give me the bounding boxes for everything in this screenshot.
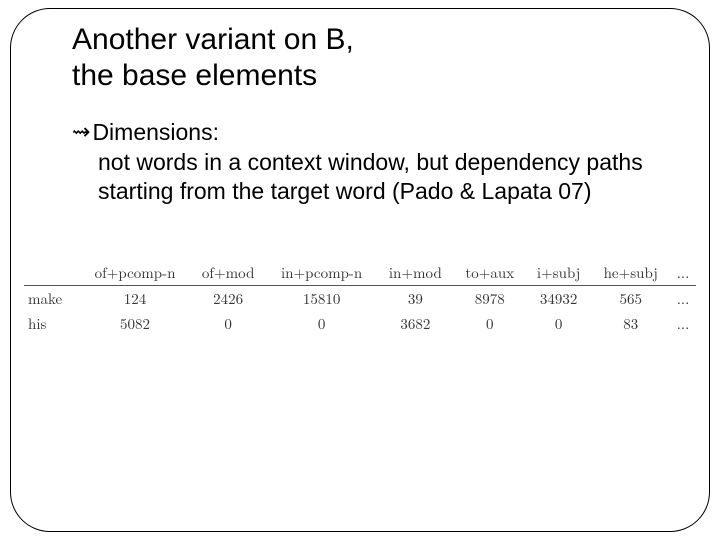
col-header: in+pcomp-n	[266, 260, 376, 286]
col-header: of+pcomp-n	[80, 260, 190, 286]
cell: 34932	[526, 286, 592, 312]
bullet-line: ⇝ Dimensions:	[72, 118, 682, 148]
cell-ellipsis: ...	[670, 286, 696, 312]
cell: 15810	[266, 286, 376, 312]
col-header: in+mod	[377, 260, 454, 286]
cell: 0	[266, 311, 376, 336]
cell: 8978	[454, 286, 526, 312]
cell: 0	[190, 311, 266, 336]
table-corner	[24, 260, 80, 286]
col-header: to+aux	[454, 260, 526, 286]
col-header: i+subj	[526, 260, 592, 286]
cell: 2426	[190, 286, 266, 312]
col-header-ellipsis: ...	[670, 260, 696, 286]
col-header: he+subj	[591, 260, 670, 286]
col-header: of+mod	[190, 260, 266, 286]
table-row: make 124 2426 15810 39 8978 34932 565 ..…	[24, 286, 696, 312]
cell: 83	[591, 311, 670, 336]
row-label: make	[24, 286, 80, 312]
cell: 124	[80, 286, 190, 312]
cell: 39	[377, 286, 454, 312]
slide-content: Another variant on B, the base elements …	[72, 22, 682, 205]
cell: 0	[454, 311, 526, 336]
slide-title: Another variant on B, the base elements	[72, 22, 682, 94]
title-line-1: Another variant on B,	[72, 23, 354, 56]
bullet-icon: ⇝	[72, 118, 90, 147]
bullet-heading: Dimensions:	[92, 118, 219, 148]
cell-ellipsis: ...	[670, 311, 696, 336]
cell: 565	[591, 286, 670, 312]
cell: 0	[526, 311, 592, 336]
row-label: his	[24, 311, 80, 336]
data-table: of+pcomp-n of+mod in+pcomp-n in+mod to+a…	[24, 260, 696, 336]
cell: 5082	[80, 311, 190, 336]
data-table-wrap: of+pcomp-n of+mod in+pcomp-n in+mod to+a…	[24, 260, 696, 336]
cell: 3682	[377, 311, 454, 336]
bullet-body: not words in a context window, but depen…	[98, 148, 658, 206]
title-line-2: the base elements	[72, 59, 317, 92]
table-header-row: of+pcomp-n of+mod in+pcomp-n in+mod to+a…	[24, 260, 696, 286]
bullet-block: ⇝ Dimensions: not words in a context win…	[72, 118, 682, 205]
table-row: his 5082 0 0 3682 0 0 83 ...	[24, 311, 696, 336]
